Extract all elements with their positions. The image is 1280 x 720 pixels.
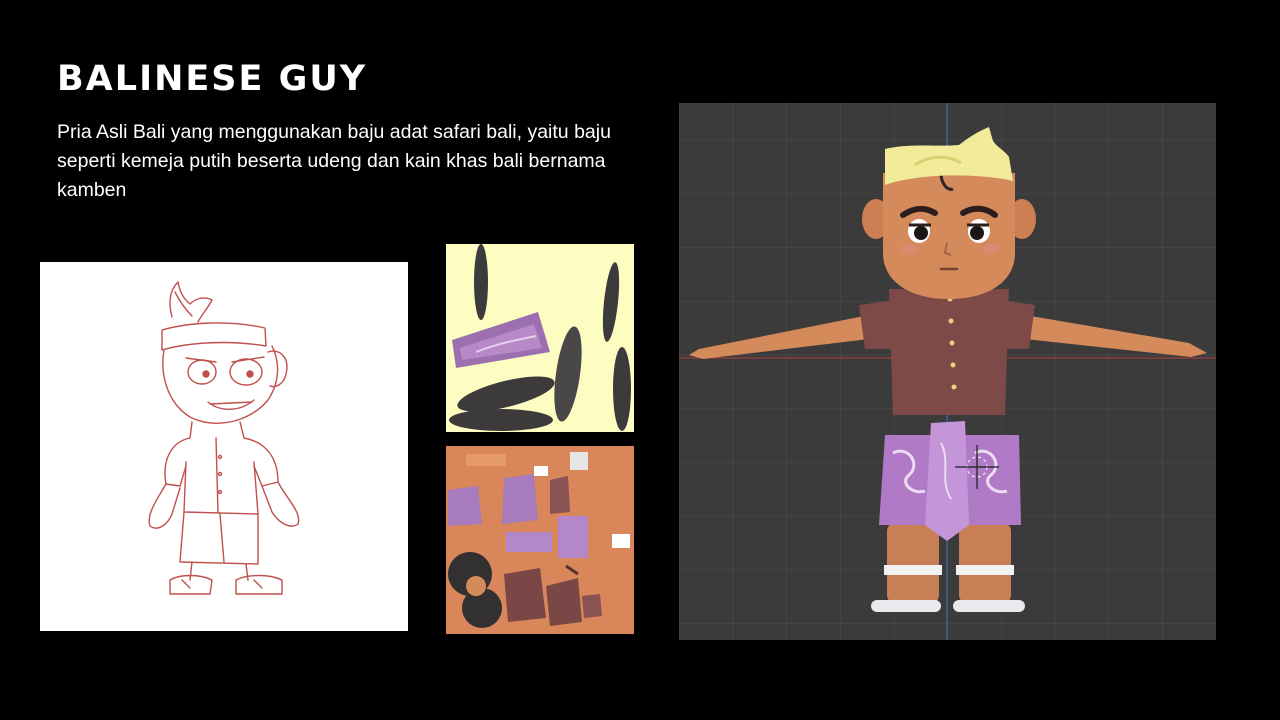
slide-title: BALINESE GUY <box>57 59 368 99</box>
concept-sketch-image <box>40 262 408 631</box>
slide-description: Pria Asli Bali yang menggunakan baju ada… <box>57 121 611 201</box>
body-texture-image <box>446 446 634 634</box>
model-viewport[interactable] <box>679 103 1216 640</box>
hair-texture-image <box>446 244 634 432</box>
